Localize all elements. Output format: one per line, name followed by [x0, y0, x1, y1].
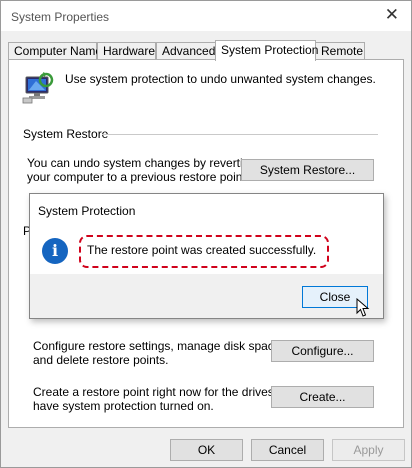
system-protection-dialog: System Protection i The restore point wa… — [29, 193, 384, 319]
tab-hardware[interactable]: Hardware — [97, 42, 156, 59]
create-text-line2: have system protection turned on. — [33, 399, 214, 413]
ok-button[interactable]: OK — [170, 439, 243, 461]
configure-text-line2: and delete restore points. — [33, 353, 169, 367]
cancel-button[interactable]: Cancel — [251, 439, 324, 461]
window-title: System Properties — [11, 10, 110, 24]
tab-advanced[interactable]: Advanced — [156, 42, 216, 59]
info-icon: i — [42, 238, 68, 264]
tab-remote[interactable]: Remote — [315, 42, 365, 59]
dialog-message: The restore point was created successful… — [87, 243, 317, 257]
restore-text-line1: You can undo system changes by reverting — [27, 156, 257, 170]
apply-button[interactable]: Apply — [332, 439, 405, 461]
tab-system-protection[interactable]: System Protection — [215, 40, 318, 61]
mouse-pointer-icon — [356, 298, 370, 317]
dialog-title-bar: System Protection — [30, 194, 383, 226]
close-icon[interactable]: ✕ — [385, 6, 399, 24]
tab-computer-name[interactable]: Computer Name — [8, 42, 102, 59]
system-restore-group-label: System Restore — [23, 127, 109, 141]
intro-text: Use system protection to undo unwanted s… — [65, 72, 376, 86]
title-bar: System Properties ✕ — [1, 1, 411, 31]
restore-text-line2: your computer to a previous restore poin… — [27, 170, 250, 184]
configure-text-line1: Configure restore settings, manage disk … — [33, 339, 284, 353]
system-restore-button[interactable]: System Restore... — [241, 159, 374, 181]
create-button[interactable]: Create... — [271, 386, 374, 408]
computer-protection-icon — [22, 72, 54, 104]
create-text-line1: Create a restore point right now for the… — [33, 385, 298, 399]
dialog-title: System Protection — [38, 204, 136, 218]
group-divider — [102, 134, 378, 135]
configure-button[interactable]: Configure... — [271, 340, 374, 362]
